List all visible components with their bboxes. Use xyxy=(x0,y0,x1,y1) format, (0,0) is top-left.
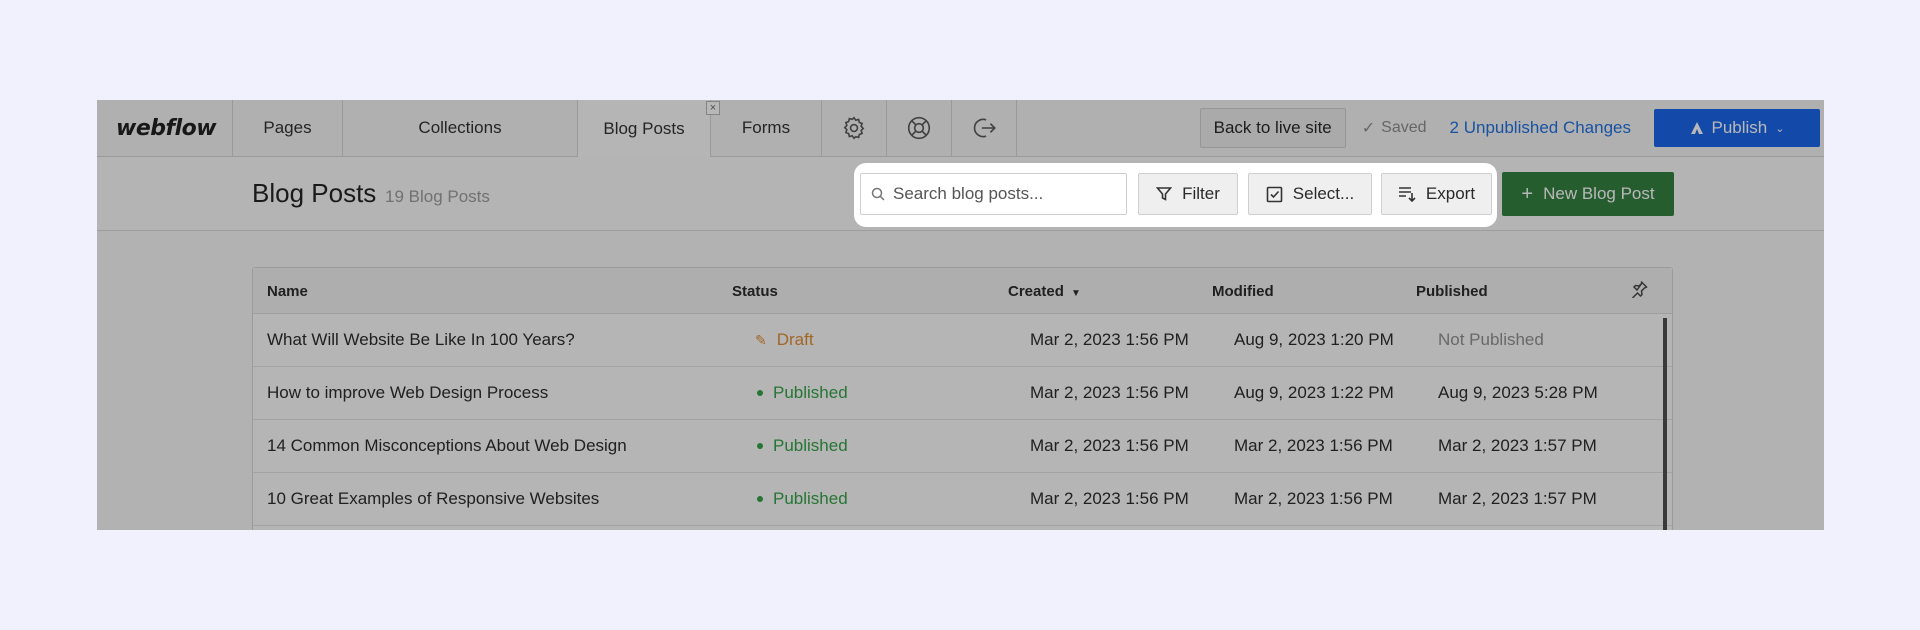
new-blog-post-button[interactable]: + New Blog Post xyxy=(1502,172,1674,216)
column-published[interactable]: Published xyxy=(1416,283,1488,300)
status-badge: Published xyxy=(757,489,848,509)
tab-forms[interactable]: Forms xyxy=(711,100,822,156)
post-name[interactable]: 10 Great Examples of Responsive Websites xyxy=(267,489,599,509)
table-row[interactable]: 14 Common Misconceptions About Web Desig… xyxy=(253,420,1672,473)
scrollbar[interactable] xyxy=(1663,318,1667,530)
help-icon[interactable] xyxy=(887,100,952,156)
tab-label: Forms xyxy=(741,118,791,137)
select-button[interactable]: Select... xyxy=(1248,173,1372,215)
table-header: Name Status Created ▼ Modified Published xyxy=(253,268,1672,314)
modified-date: Aug 9, 2023 1:20 PM xyxy=(1234,330,1394,349)
plus-icon: + xyxy=(1521,182,1534,205)
app-window: webflow Pages Collections Blog Posts × F… xyxy=(97,100,1824,530)
column-created-label: Created xyxy=(1008,283,1064,300)
status-label: Draft xyxy=(776,330,814,349)
tab-pages[interactable]: Pages xyxy=(233,100,343,156)
status-label: Published xyxy=(773,436,848,455)
column-created[interactable]: Created ▼ xyxy=(1008,283,1081,300)
export-icon xyxy=(1398,187,1416,202)
created-date: Mar 2, 2023 1:56 PM xyxy=(1030,436,1189,455)
pin-icon[interactable] xyxy=(1630,280,1648,302)
published-date: Mar 2, 2023 1:57 PM xyxy=(1438,489,1597,508)
check-icon: ✓ xyxy=(1361,120,1376,137)
tab-blog-posts[interactable]: Blog Posts × xyxy=(578,100,720,158)
search-input[interactable] xyxy=(893,184,1113,204)
page-title: Blog Posts xyxy=(252,178,377,208)
publish-button[interactable]: Publish ⌄ xyxy=(1654,109,1820,147)
created-date: Mar 2, 2023 1:56 PM xyxy=(1030,330,1189,349)
new-label: New Blog Post xyxy=(1543,184,1655,203)
back-to-live-site-button[interactable]: Back to live site xyxy=(1199,108,1346,148)
filter-label: Filter xyxy=(1182,184,1220,203)
tab-label: Pages xyxy=(263,118,312,137)
search-icon xyxy=(871,187,885,201)
status-label: Published xyxy=(773,383,848,402)
collection-header: Blog Posts 19 Blog Posts Filter Select..… xyxy=(97,157,1824,231)
tab-label: Collections xyxy=(418,118,502,137)
blog-posts-table: Name Status Created ▼ Modified Published… xyxy=(252,267,1673,530)
publish-label: Publish xyxy=(1711,118,1768,137)
pencil-icon: ✎ xyxy=(755,331,767,348)
saved-label: Saved xyxy=(1381,119,1427,136)
status-dot-icon xyxy=(757,496,763,502)
logout-icon[interactable] xyxy=(952,100,1017,156)
status-badge: ✎ Draft xyxy=(755,330,814,350)
export-button[interactable]: Export xyxy=(1381,173,1492,215)
table-row[interactable]: What Will Website Be Like In 100 Years? … xyxy=(253,314,1672,367)
post-name[interactable]: How to improve Web Design Process xyxy=(267,383,548,403)
search-field[interactable] xyxy=(860,173,1127,215)
status-dot-icon xyxy=(757,390,763,396)
nav-right-group: Back to live site ✓ Saved 2 Unpublished … xyxy=(1199,100,1824,156)
published-date: Aug 9, 2023 5:28 PM xyxy=(1438,383,1598,402)
tab-collections[interactable]: Collections xyxy=(343,100,578,156)
table-row[interactable]: How to improve Web Design Process Publis… xyxy=(253,367,1672,420)
item-count: 19 Blog Posts xyxy=(385,187,490,206)
checkbox-icon xyxy=(1266,186,1283,202)
status-badge: Published xyxy=(757,383,848,403)
post-name[interactable]: What Will Website Be Like In 100 Years? xyxy=(267,330,575,350)
gear-icon[interactable] xyxy=(822,100,887,156)
select-label: Select... xyxy=(1292,184,1355,203)
modified-date: Aug 9, 2023 1:22 PM xyxy=(1234,383,1394,402)
column-name[interactable]: Name xyxy=(267,283,308,300)
column-status[interactable]: Status xyxy=(732,283,778,300)
webflow-logo[interactable]: webflow xyxy=(97,100,233,156)
created-date: Mar 2, 2023 1:56 PM xyxy=(1030,383,1189,402)
filter-button[interactable]: Filter xyxy=(1138,173,1238,215)
chevron-down-icon: ⌄ xyxy=(1775,122,1785,135)
status-badge: Published xyxy=(757,436,848,456)
published-date: Mar 2, 2023 1:57 PM xyxy=(1438,436,1597,455)
modified-date: Mar 2, 2023 1:56 PM xyxy=(1234,489,1393,508)
status-label: Published xyxy=(773,489,848,508)
unpublished-changes-link[interactable]: 2 Unpublished Changes xyxy=(1450,118,1631,138)
status-dot-icon xyxy=(757,443,763,449)
top-nav: webflow Pages Collections Blog Posts × F… xyxy=(97,100,1824,158)
table-row[interactable]: 10 Great Examples of Responsive Websites… xyxy=(253,473,1672,526)
created-date: Mar 2, 2023 1:56 PM xyxy=(1030,489,1189,508)
saved-indicator: ✓ Saved xyxy=(1362,118,1427,138)
filter-icon xyxy=(1156,187,1173,201)
post-name[interactable]: 14 Common Misconceptions About Web Desig… xyxy=(267,436,627,456)
published-date: Not Published xyxy=(1438,330,1544,349)
export-label: Export xyxy=(1425,184,1476,203)
publish-icon xyxy=(1690,122,1703,134)
modified-date: Mar 2, 2023 1:56 PM xyxy=(1234,436,1393,455)
tab-label: Blog Posts xyxy=(603,119,685,138)
sort-desc-icon: ▼ xyxy=(1071,288,1081,299)
column-modified[interactable]: Modified xyxy=(1212,283,1274,300)
